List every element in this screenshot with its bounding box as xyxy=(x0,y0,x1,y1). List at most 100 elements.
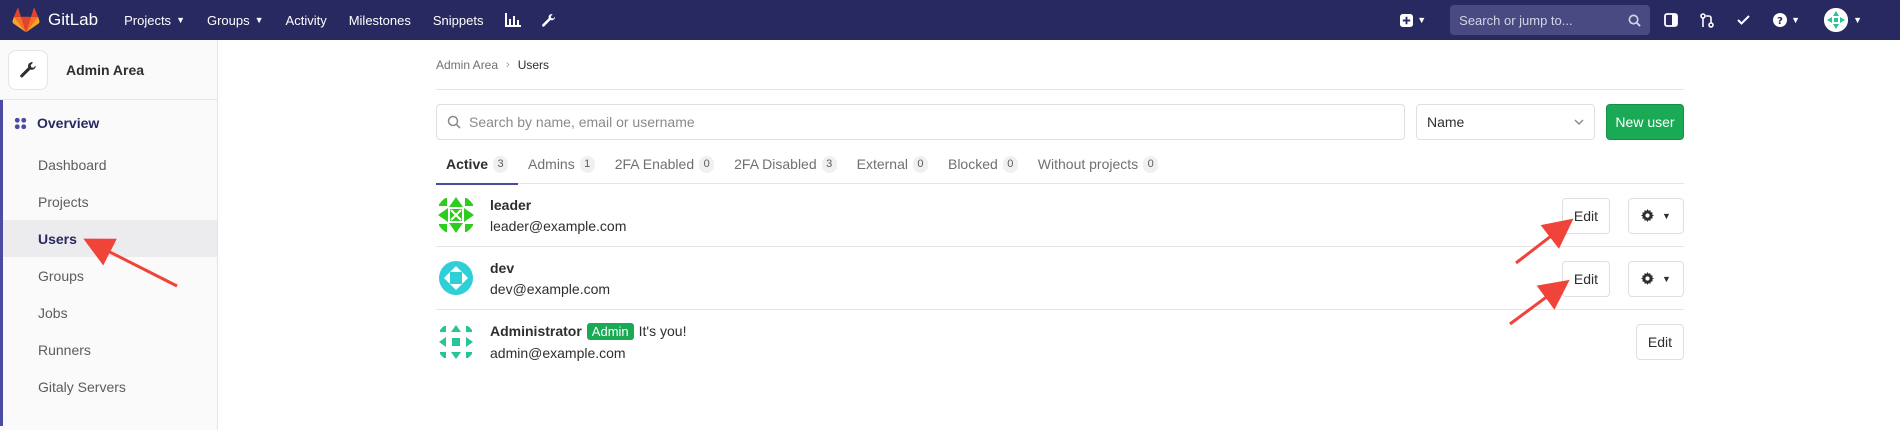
gear-icon xyxy=(1641,272,1655,285)
user-email: dev@example.com xyxy=(490,280,611,297)
admin-sidebar: Admin Area Overview Dashboard Projects U… xyxy=(0,40,218,430)
tab-2fa-enabled[interactable]: 2FA Enabled 0 xyxy=(605,144,724,184)
sidebar-overview-label: Overview xyxy=(37,115,100,131)
nav-activity-label: Activity xyxy=(285,12,327,28)
chevron-right-icon: › xyxy=(506,58,510,71)
count-badge: 0 xyxy=(912,155,928,173)
sidebar-item-dashboard[interactable]: Dashboard xyxy=(0,146,217,183)
user-name[interactable]: Administrator xyxy=(490,323,582,339)
merge-request-icon[interactable] xyxy=(1700,12,1714,28)
chevron-down-icon: ▼ xyxy=(1853,15,1862,25)
tab-active[interactable]: Active 3 xyxy=(436,144,519,185)
wrench-icon xyxy=(8,49,48,90)
top-navbar: GitLab Projects ▼ Groups ▼ Activity Mile… xyxy=(0,0,1900,40)
search-icon xyxy=(447,115,461,129)
tab-label: Blocked xyxy=(947,156,998,172)
svg-text:?: ? xyxy=(1777,16,1783,27)
count-badge: 1 xyxy=(579,155,595,173)
wrench-icon[interactable] xyxy=(541,13,556,28)
search-icon xyxy=(1628,14,1641,27)
sidebar-item-jobs[interactable]: Jobs xyxy=(0,294,217,331)
sidebar-item-projects[interactable]: Projects xyxy=(0,183,217,220)
avatar[interactable] xyxy=(436,321,476,362)
sidebar-item-gitaly-servers[interactable]: Gitaly Servers xyxy=(0,368,217,405)
user-menu-button[interactable]: ▼ xyxy=(1824,8,1862,32)
help-dropdown-button[interactable]: ? ▼ xyxy=(1773,13,1800,27)
user-settings-dropdown[interactable]: ▼ xyxy=(1628,260,1684,297)
tab-label: External xyxy=(856,156,908,172)
global-search-placeholder: Search or jump to... xyxy=(1459,12,1573,28)
sidebar-item-runners[interactable]: Runners xyxy=(0,331,217,368)
sidebar-item-overview[interactable]: Overview xyxy=(0,100,217,146)
nav-groups-label: Groups xyxy=(206,12,250,28)
user-name[interactable]: dev xyxy=(490,260,514,276)
user-search-input[interactable] xyxy=(469,114,1404,130)
chevron-down-icon xyxy=(1574,119,1584,125)
count-badge: 3 xyxy=(821,155,837,173)
sidebar-item-groups[interactable]: Groups xyxy=(0,257,217,294)
sidebar-section-overview: Overview Dashboard Projects Users Groups… xyxy=(0,100,217,426)
gitlab-tanuki-icon xyxy=(12,7,40,33)
new-user-button[interactable]: New user xyxy=(1606,104,1684,140)
chevron-down-icon: ▼ xyxy=(1662,210,1671,221)
count-badge: 0 xyxy=(1002,155,1018,173)
main-content: Admin Area › Users Name New user Active3… xyxy=(436,40,1684,373)
sidebar-active-indicator xyxy=(0,100,3,426)
nav-snippets-label: Snippets xyxy=(432,12,484,28)
sidebar-item-users[interactable]: Users xyxy=(0,220,217,257)
todo-icon[interactable] xyxy=(1736,13,1751,27)
plus-icon xyxy=(1400,13,1414,27)
help-icon: ? xyxy=(1773,13,1788,27)
nav-milestones[interactable]: Milestones xyxy=(349,13,411,28)
sort-dropdown[interactable]: Name xyxy=(1416,104,1595,140)
nav-activity[interactable]: Activity xyxy=(286,13,327,28)
global-search-input[interactable]: Search or jump to... xyxy=(1450,5,1651,35)
gitlab-logo[interactable]: GitLab xyxy=(12,7,98,33)
nav-snippets[interactable]: Snippets xyxy=(433,13,484,28)
chevron-down-icon: ▼ xyxy=(1417,15,1427,25)
sidebar-header[interactable]: Admin Area xyxy=(0,40,217,100)
breadcrumb: Admin Area › Users xyxy=(436,40,1684,90)
sidebar-title: Admin Area xyxy=(66,61,145,78)
tab-2fa-disabled[interactable]: 2FA Disabled 3 xyxy=(724,144,847,184)
admin-badge: Admin xyxy=(586,322,634,340)
edit-user-button[interactable]: Edit xyxy=(1561,260,1610,297)
tab-blocked[interactable]: Blocked 0 xyxy=(938,144,1028,184)
count-badge: 0 xyxy=(699,155,715,173)
sidebar-icon[interactable] xyxy=(1664,13,1679,27)
edit-user-button[interactable]: Edit xyxy=(1635,323,1684,360)
sort-dropdown-value: Name xyxy=(1427,114,1465,130)
new-dropdown-button[interactable]: ▼ xyxy=(1400,13,1427,27)
nav-projects[interactable]: Projects ▼ xyxy=(124,13,185,28)
chevron-down-icon: ▼ xyxy=(254,15,264,25)
chart-icon[interactable] xyxy=(505,13,522,27)
tab-label: 2FA Enabled xyxy=(614,156,695,172)
tab-external[interactable]: External 0 xyxy=(847,144,938,184)
brand-name: GitLab xyxy=(48,10,99,29)
user-row: leader leader@example.com Edit ▼ xyxy=(436,184,1684,247)
user-row: Administrator Admin It's you! admin@exam… xyxy=(436,310,1684,373)
nav-groups[interactable]: Groups ▼ xyxy=(207,13,264,28)
edit-user-button[interactable]: Edit xyxy=(1561,197,1610,234)
breadcrumb-current: Users xyxy=(517,57,550,72)
tab-label: 2FA Disabled xyxy=(734,156,817,172)
user-settings-dropdown[interactable]: ▼ xyxy=(1628,197,1684,234)
user-name[interactable]: leader xyxy=(490,197,531,213)
user-row: dev dev@example.com Edit ▼ xyxy=(436,247,1684,310)
gear-icon xyxy=(1641,209,1655,222)
user-email: admin@example.com xyxy=(490,344,626,361)
tab-label: Without projects xyxy=(1037,156,1139,172)
avatar[interactable] xyxy=(436,258,476,298)
chevron-down-icon: ▼ xyxy=(176,15,185,25)
tab-without-projects[interactable]: Without projects 0 xyxy=(1028,144,1168,184)
user-search-field[interactable] xyxy=(436,104,1405,140)
its-you-label: It's you! xyxy=(638,323,687,339)
nav-milestones-label: Milestones xyxy=(348,12,411,28)
tab-label: Active xyxy=(446,156,489,172)
avatar[interactable] xyxy=(436,195,476,235)
breadcrumb-admin-area[interactable]: Admin Area xyxy=(436,58,498,72)
nav-projects-label: Projects xyxy=(124,12,172,28)
user-email: leader@example.com xyxy=(490,217,627,234)
count-badge: 3 xyxy=(493,155,509,173)
tab-admins[interactable]: Admins 1 xyxy=(518,144,605,184)
